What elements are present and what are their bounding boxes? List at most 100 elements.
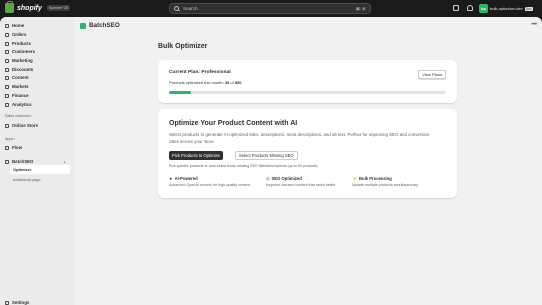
feature-description: Advanced OpenAI models for high-quality … bbox=[169, 183, 251, 187]
shopify-bag-icon bbox=[5, 1, 14, 13]
section-label: Apps bbox=[5, 137, 14, 141]
sidebar-item-label: Analytics bbox=[12, 102, 32, 107]
usage-prefix: Products optimized this month: bbox=[169, 80, 225, 85]
sidebar-item-discounts[interactable]: Discounts bbox=[5, 66, 33, 73]
plan-title: Current Plan: Professional bbox=[169, 70, 231, 75]
store-dev-badge: Dev bbox=[524, 6, 533, 11]
selection-hint: Pick specific products or auto-select th… bbox=[169, 164, 318, 168]
feature-title: SEO Optimized bbox=[271, 176, 302, 181]
person-icon bbox=[5, 49, 9, 54]
select-missing-seo-button[interactable]: Select Products Missing SEO bbox=[235, 151, 298, 160]
optimize-description: Select products to generate AI-optimized… bbox=[169, 132, 430, 144]
sales-channels-section[interactable]: Sales channels › bbox=[5, 114, 32, 118]
top-bar: shopify Summer '25 Search ⌘ K bo bulk-op… bbox=[0, 0, 542, 17]
feature-bulk-processing: ⚡ Bulk Processing Update multiple product… bbox=[352, 176, 418, 187]
sidebar-item-orders[interactable]: Orders bbox=[5, 31, 26, 38]
optimize-title: Optimize Your Product Content with AI bbox=[169, 120, 298, 127]
feature-seo-optimized: ◎ SEO Optimized Keyword-focused content t… bbox=[266, 176, 335, 187]
target-icon: ◎ bbox=[266, 176, 270, 181]
more-options-icon[interactable]: • • • bbox=[531, 22, 537, 28]
bell-icon[interactable] bbox=[467, 5, 473, 11]
chevron-right-icon: › bbox=[31, 114, 33, 118]
view-plans-button[interactable]: View Plans bbox=[418, 70, 446, 79]
sidebar-item-label: Home bbox=[12, 23, 25, 28]
star-icon: ★ bbox=[169, 176, 173, 181]
app-title: BatchSEO bbox=[89, 22, 120, 29]
target-icon bbox=[5, 58, 9, 63]
orders-icon bbox=[5, 32, 9, 37]
sidebar-item-online-store[interactable]: Online Store bbox=[5, 122, 38, 129]
app-icon bbox=[5, 159, 9, 164]
search-input[interactable]: Search ⌘ K bbox=[169, 3, 371, 14]
sidebar-item-label: Products bbox=[12, 41, 32, 46]
usage-total: 500 bbox=[234, 80, 242, 85]
pick-products-button[interactable]: Pick Products to Optimize bbox=[169, 151, 223, 160]
bank-icon bbox=[5, 93, 9, 98]
apps-section[interactable]: Apps › bbox=[5, 137, 15, 141]
sidebar-item-label: Flow bbox=[12, 145, 22, 150]
feature-description: Update multiple products simultaneously bbox=[352, 183, 419, 187]
feature-ai-powered: ★ AI-Powered Advanced OpenAI models for h… bbox=[169, 176, 250, 187]
sidebar-subitem-additional-page[interactable]: Additional page bbox=[13, 177, 41, 182]
sidebar-item-marketing[interactable]: Marketing bbox=[5, 57, 33, 64]
lightning-icon: ⚡ bbox=[352, 176, 357, 181]
optimize-card: Optimize Your Product Content with AI Se… bbox=[158, 109, 457, 198]
sidebar-item-label: Orders bbox=[12, 32, 27, 37]
app-header: BatchSEO bbox=[80, 22, 120, 29]
feature-description: Keyword-focused content that ranks bette… bbox=[266, 183, 336, 187]
sidebar-item-settings[interactable]: Settings bbox=[5, 300, 29, 305]
content-icon bbox=[5, 75, 9, 80]
sidebar-item-label: BatchSEO bbox=[12, 159, 34, 164]
store-name: bulk-optimizer-dev bbox=[490, 6, 523, 11]
section-label: Sales channels bbox=[5, 114, 31, 118]
usage-progress-bar bbox=[169, 91, 446, 94]
batchseo-logo-icon bbox=[80, 22, 86, 29]
sidebar-item-label: Online Store bbox=[12, 123, 39, 128]
avatar: bo bbox=[479, 4, 488, 13]
discount-icon bbox=[5, 67, 9, 72]
sidebar-item-content[interactable]: Content bbox=[5, 74, 29, 81]
sidebar-item-label: Settings bbox=[12, 300, 30, 305]
sidebar-item-label: Customers bbox=[12, 49, 35, 54]
sidebar-item-home[interactable]: Home bbox=[5, 22, 24, 29]
usage-progress-fill bbox=[169, 91, 191, 94]
chevron-right-icon: › bbox=[14, 137, 16, 141]
shortcut-mod-key: ⌘ bbox=[355, 6, 361, 11]
shortcut-k-key: K bbox=[361, 6, 366, 11]
sidebar-item-flow[interactable]: Flow bbox=[5, 144, 22, 151]
tag-icon bbox=[5, 41, 9, 46]
sidebar-item-batchseo[interactable]: BatchSEO bbox=[5, 158, 33, 165]
shopify-wordmark: shopify bbox=[17, 4, 42, 12]
sidebar-item-label: Finance bbox=[12, 93, 29, 98]
pin-icon[interactable]: ▸ bbox=[64, 160, 66, 164]
storefront-icon bbox=[5, 123, 9, 128]
sidebar: Home Orders Products Customers Marketing… bbox=[0, 17, 74, 305]
sidebar-item-label: Content bbox=[12, 75, 29, 80]
sidebar-item-markets[interactable]: Markets bbox=[5, 83, 29, 90]
sidebar-item-label: Marketing bbox=[12, 58, 33, 63]
gear-icon bbox=[5, 300, 9, 305]
sidebar-item-customers[interactable]: Customers bbox=[5, 48, 35, 55]
sidebar-item-label: Markets bbox=[12, 84, 29, 89]
chart-icon bbox=[5, 102, 9, 107]
edition-badge[interactable]: Summer '25 bbox=[46, 5, 71, 11]
page-title: Bulk Optimizer bbox=[158, 43, 208, 50]
account-menu[interactable]: bo bulk-optimizer-dev Dev bbox=[479, 3, 533, 14]
main-content: BatchSEO • • • Bulk Optimizer Current Pl… bbox=[74, 17, 542, 305]
usage-text: Products optimized this month: 39 of 500 bbox=[169, 80, 242, 85]
shopify-logo[interactable]: shopify Summer '25 bbox=[5, 1, 71, 13]
plan-card: Current Plan: Professional View Plans Pr… bbox=[158, 60, 457, 103]
sidebar-subitem-optimizer[interactable]: Optimizer bbox=[13, 167, 31, 172]
home-icon bbox=[5, 23, 9, 28]
sidebar-item-analytics[interactable]: Analytics bbox=[5, 101, 32, 108]
flow-icon bbox=[5, 145, 9, 150]
sidebar-item-finance[interactable]: Finance bbox=[5, 92, 29, 99]
store-icon[interactable] bbox=[453, 5, 459, 11]
feature-title: AI-Powered bbox=[174, 176, 198, 181]
search-icon bbox=[174, 6, 179, 11]
sidebar-item-products[interactable]: Products bbox=[5, 40, 31, 47]
search-placeholder: Search bbox=[183, 6, 198, 11]
globe-icon bbox=[5, 84, 9, 89]
feature-title: Bulk Processing bbox=[358, 176, 392, 181]
sidebar-item-label: Discounts bbox=[12, 67, 34, 72]
